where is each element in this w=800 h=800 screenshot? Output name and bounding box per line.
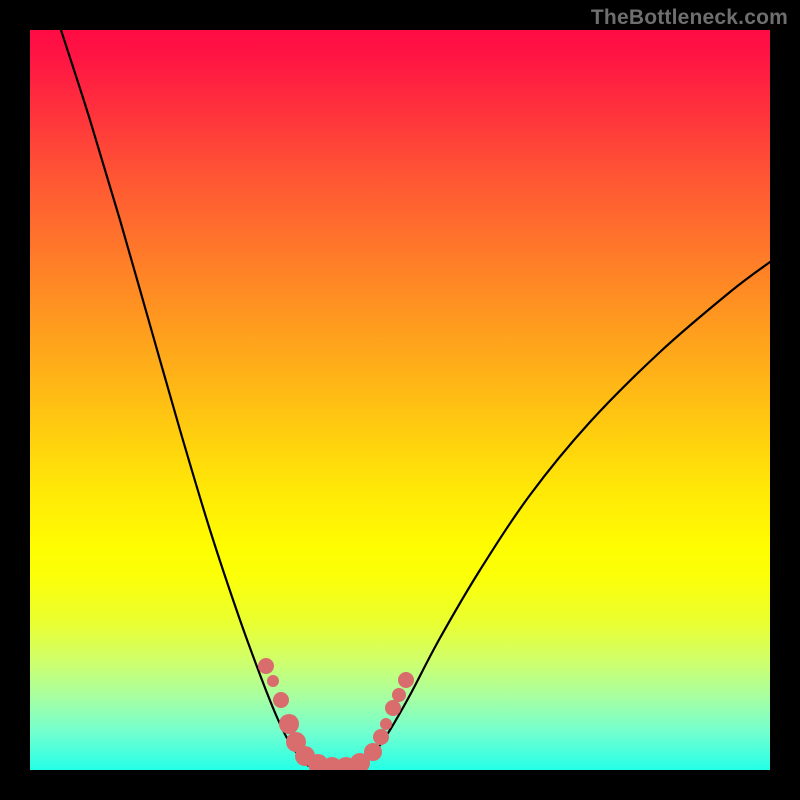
curve-svg	[30, 30, 770, 770]
curve-line	[61, 30, 770, 769]
segment-marker	[258, 658, 274, 674]
watermark-text: TheBottleneck.com	[591, 6, 788, 30]
chart-frame: TheBottleneck.com	[0, 0, 800, 800]
segment-marker	[273, 692, 289, 708]
segment-marker	[364, 743, 382, 761]
segment-marker	[373, 729, 389, 745]
markers-group	[258, 658, 414, 770]
segment-marker	[385, 700, 401, 716]
segment-marker	[279, 714, 299, 734]
plot-area	[30, 30, 770, 770]
segment-marker	[398, 672, 414, 688]
segment-marker	[267, 675, 279, 687]
segment-marker	[380, 718, 392, 730]
segment-marker	[392, 688, 406, 702]
